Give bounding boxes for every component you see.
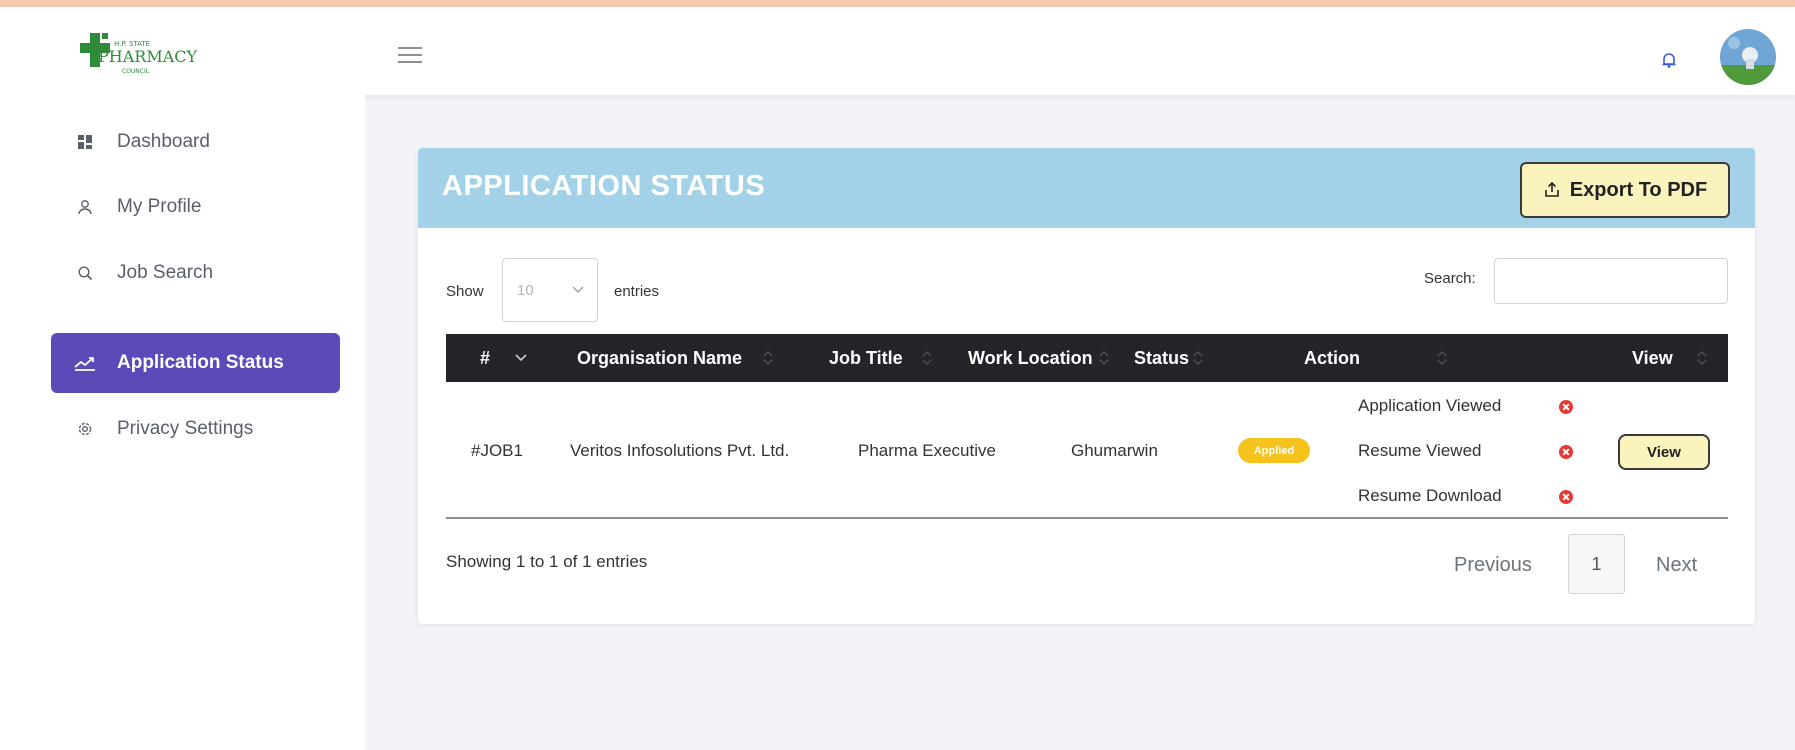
entries-length-select[interactable]: 10 [502, 258, 598, 322]
sidebar-item-my-profile[interactable]: My Profile [51, 177, 340, 237]
entries-label: entries [614, 283, 660, 300]
sidebar-item-dashboard[interactable]: Dashboard [51, 112, 340, 172]
chart-line-icon [73, 351, 97, 375]
logo-text-main: PHARMACY [98, 47, 198, 66]
logo-text-bottom: COUNCIL [122, 68, 150, 75]
chevron-down-icon [572, 286, 584, 293]
sidebar-item-label: My Profile [117, 196, 202, 217]
sidebar-item-privacy-settings[interactable]: Privacy Settings [51, 399, 340, 459]
sidebar-item-label: Dashboard [117, 131, 210, 152]
view-button[interactable]: View [1618, 434, 1710, 470]
table-info: Showing 1 to 1 of 1 entries [446, 552, 648, 571]
sort-icon[interactable] [1436, 334, 1448, 382]
sort-chevron-icon[interactable] [514, 334, 528, 382]
sort-icon[interactable] [1098, 334, 1110, 382]
pagination-next[interactable]: Next [1656, 554, 1697, 577]
top-header: H.P. STATE PHARMACY COUNCIL [0, 7, 1795, 95]
column-header-number[interactable]: # [480, 334, 490, 382]
column-header-organisation[interactable]: Organisation Name [577, 334, 742, 382]
bell-icon[interactable] [1660, 51, 1678, 69]
sort-icon[interactable] [762, 334, 774, 382]
x-circle-icon[interactable] [1558, 444, 1574, 460]
sidebar-item-label: Job Search [117, 262, 214, 283]
cell-job-title: Pharma Executive [858, 441, 996, 460]
column-header-job-title[interactable]: Job Title [829, 334, 903, 382]
card-header: APPLICATION STATUS Export To PDF [418, 148, 1755, 228]
search-label: Search: [1424, 270, 1476, 287]
hamburger-menu-icon[interactable] [398, 47, 422, 65]
length-value: 10 [517, 281, 534, 299]
column-header-status[interactable]: Status [1134, 334, 1189, 382]
action-resume-download: Resume Download [1358, 486, 1502, 505]
sidebar-item-application-status[interactable]: Application Status [51, 333, 340, 393]
table-bottom-border [446, 517, 1728, 519]
pagination-previous[interactable]: Previous [1454, 554, 1532, 577]
sidebar-item-label: Privacy Settings [117, 418, 254, 439]
sidebar: Dashboard My Profile Job Search Applicat… [0, 95, 365, 750]
column-header-action[interactable]: Action [1304, 334, 1360, 382]
status-badge: Applied [1238, 438, 1310, 463]
sort-icon[interactable] [921, 334, 933, 382]
action-resume-viewed: Resume Viewed [1358, 441, 1482, 460]
pagination-page-1[interactable]: 1 [1568, 534, 1625, 594]
sort-icon[interactable] [1696, 334, 1708, 382]
search-input[interactable] [1494, 258, 1728, 304]
user-avatar[interactable] [1720, 29, 1776, 85]
cell-work-location: Ghumarwin [1071, 441, 1158, 460]
page-title: APPLICATION STATUS [442, 170, 766, 202]
export-to-pdf-button[interactable]: Export To PDF [1520, 162, 1730, 218]
column-header-view[interactable]: View [1632, 334, 1673, 382]
x-circle-icon[interactable] [1558, 399, 1574, 415]
table-header: # Organisation Name Job Title Work Locat… [446, 334, 1728, 382]
action-application-viewed: Application Viewed [1358, 396, 1502, 415]
search-icon [73, 261, 97, 285]
sort-icon[interactable] [1192, 334, 1204, 382]
show-label: Show [446, 283, 484, 300]
cell-organisation: Veritos Infosolutions Pvt. Ltd. [570, 441, 790, 460]
x-circle-icon[interactable] [1558, 489, 1574, 505]
column-header-work-location[interactable]: Work Location [968, 334, 1093, 382]
user-icon [73, 195, 97, 219]
pharmacy-council-logo[interactable]: H.P. STATE PHARMACY COUNCIL [80, 29, 200, 81]
top-accent-strip [0, 0, 1795, 7]
export-label: Export To PDF [1569, 178, 1708, 201]
cell-job-id: #JOB1 [471, 441, 523, 460]
upload-icon [1544, 181, 1559, 197]
sidebar-item-job-search[interactable]: Job Search [51, 243, 340, 303]
application-status-card: APPLICATION STATUS Export To PDF Show 10… [418, 148, 1755, 624]
gear-icon [73, 417, 97, 441]
dashboard-grid-icon [73, 130, 97, 154]
sidebar-item-label: Application Status [117, 352, 284, 373]
